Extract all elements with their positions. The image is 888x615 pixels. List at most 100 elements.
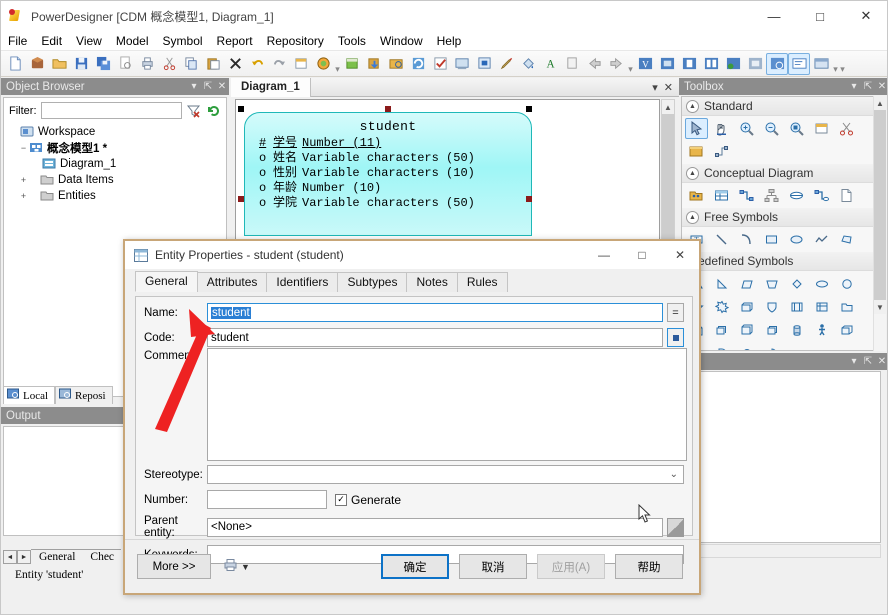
polyline-icon[interactable]	[810, 229, 833, 250]
view-model-options-icon[interactable]	[473, 53, 495, 75]
generate-checkbox[interactable]: ✓	[335, 493, 347, 506]
selection-handle-ml[interactable]	[238, 196, 244, 202]
name-input[interactable]: student	[207, 303, 663, 322]
menu-help[interactable]: Help	[430, 32, 469, 50]
toolbar-overflow-4[interactable]: ▾	[839, 54, 846, 74]
minimize-button[interactable]: —	[751, 1, 797, 31]
parallelogram-icon[interactable]	[735, 273, 758, 294]
pen-icon[interactable]	[495, 53, 517, 75]
diamond-icon[interactable]	[785, 273, 808, 294]
file-icon[interactable]	[835, 185, 858, 206]
tree-expander[interactable]: +	[18, 175, 29, 186]
stereotype-select[interactable]: ⌄	[207, 465, 684, 484]
toolbox-group-free-symbols[interactable]: ▲ Free Symbols	[682, 208, 880, 227]
link-icon[interactable]	[710, 141, 733, 162]
scroll-thumb[interactable]	[874, 110, 886, 300]
line-icon[interactable]	[710, 229, 733, 250]
toolbar-overflow-1[interactable]: ▾	[334, 54, 341, 74]
new-diagram-icon[interactable]	[341, 53, 363, 75]
help-button[interactable]: 帮助	[615, 554, 683, 579]
package-icon[interactable]	[685, 185, 708, 206]
inheritance-icon[interactable]	[760, 185, 783, 206]
pin-icon[interactable]: ⇱	[861, 81, 875, 92]
folder-icon[interactable]	[835, 296, 858, 317]
clipboard-icon[interactable]	[561, 53, 583, 75]
selection-handle-mr[interactable]	[526, 196, 532, 202]
open-folder-icon[interactable]	[48, 53, 70, 75]
window-icon[interactable]	[785, 296, 808, 317]
half-circle-icon[interactable]	[735, 342, 758, 350]
properties-icon[interactable]	[290, 53, 312, 75]
pin-icon[interactable]: ⇱	[201, 81, 215, 92]
pin-icon[interactable]: ⇱	[861, 356, 875, 367]
tree-node-model[interactable]: − 概念模型1 *	[9, 140, 226, 156]
box3d-icon[interactable]	[835, 319, 858, 340]
number-input[interactable]	[207, 490, 327, 509]
tree-expander[interactable]	[31, 159, 42, 170]
zoom-out-icon[interactable]	[760, 118, 783, 139]
rectangle-icon[interactable]	[760, 229, 783, 250]
tree-expander[interactable]: +	[18, 191, 29, 202]
trapezoid-icon[interactable]	[760, 273, 783, 294]
view-diagram-icon[interactable]	[656, 53, 678, 75]
menu-file[interactable]: File	[1, 32, 34, 50]
toolbox-group-conceptual-diagram[interactable]: ▲ Conceptual Diagram	[682, 164, 880, 183]
chevron-up-icon[interactable]: ▲	[686, 99, 699, 113]
tree-node-diagram[interactable]: Diagram_1	[9, 156, 226, 172]
cancel-button[interactable]: 取消	[459, 554, 527, 579]
arrow-right-icon[interactable]	[605, 53, 627, 75]
redo-icon[interactable]	[268, 53, 290, 75]
cube-face-icon[interactable]	[735, 296, 758, 317]
properties-icon[interactable]	[810, 118, 833, 139]
ellipse-icon[interactable]	[785, 229, 808, 250]
import-icon[interactable]	[363, 53, 385, 75]
selection-handle-tl[interactable]	[238, 106, 244, 112]
zoom-area-icon[interactable]	[785, 118, 808, 139]
generate-checkbox-wrap[interactable]: ✓ Generate	[335, 493, 401, 507]
selection-handle-tc[interactable]	[385, 106, 391, 112]
comment-textarea[interactable]	[207, 348, 687, 461]
actor-icon[interactable]	[810, 319, 833, 340]
oval-icon[interactable]	[810, 273, 833, 294]
tab-notes[interactable]: Notes	[406, 272, 458, 292]
grabber-hand-icon[interactable]	[710, 118, 733, 139]
view-model-icon[interactable]: V	[634, 53, 656, 75]
output-tab-general[interactable]: General	[31, 549, 83, 564]
save-icon[interactable]	[70, 53, 92, 75]
print-preview-icon[interactable]	[114, 53, 136, 75]
chevron-down-icon[interactable]: ▼	[241, 562, 250, 572]
menu-repository[interactable]: Repository	[260, 32, 331, 50]
align-center-icon[interactable]	[700, 53, 722, 75]
cut-icon[interactable]	[158, 53, 180, 75]
result-panel-hscrollbar[interactable]	[681, 544, 881, 558]
circle-icon[interactable]	[835, 273, 858, 294]
cube-icon[interactable]	[735, 319, 758, 340]
chevron-down-icon[interactable]: ▾	[847, 356, 861, 367]
parent-entity-input[interactable]: <None>	[207, 517, 663, 537]
tree-node-data-items[interactable]: + Data Items	[9, 172, 226, 188]
entity-icon[interactable]	[710, 185, 733, 206]
view-grid-icon[interactable]	[744, 53, 766, 75]
scroll-up-icon[interactable]: ▲	[874, 96, 886, 110]
arc-shape-icon[interactable]	[710, 342, 733, 350]
text-color-icon[interactable]: A	[539, 53, 561, 75]
close-icon[interactable]: ✕	[875, 81, 887, 92]
more-button[interactable]: More >>	[137, 554, 211, 579]
chevron-down-icon[interactable]: ▾	[652, 81, 658, 94]
menu-tools[interactable]: Tools	[331, 32, 373, 50]
tab-repository[interactable]: Reposi	[55, 386, 113, 404]
tab-identifiers[interactable]: Identifiers	[266, 272, 339, 292]
refresh-icon[interactable]	[206, 103, 222, 119]
copy-icon[interactable]	[180, 53, 202, 75]
arc-icon[interactable]	[735, 229, 758, 250]
print-icon[interactable]	[136, 53, 158, 75]
find-icon[interactable]	[312, 53, 334, 75]
association-link-icon[interactable]	[810, 185, 833, 206]
new-model-icon[interactable]	[26, 53, 48, 75]
selection-handle-tr[interactable]	[526, 106, 532, 112]
tab-general[interactable]: General	[135, 271, 198, 292]
new-document-icon[interactable]	[4, 53, 26, 75]
scissors-icon[interactable]	[835, 118, 858, 139]
close-icon[interactable]: ✕	[215, 81, 229, 92]
close-button[interactable]: ✕	[843, 1, 887, 31]
